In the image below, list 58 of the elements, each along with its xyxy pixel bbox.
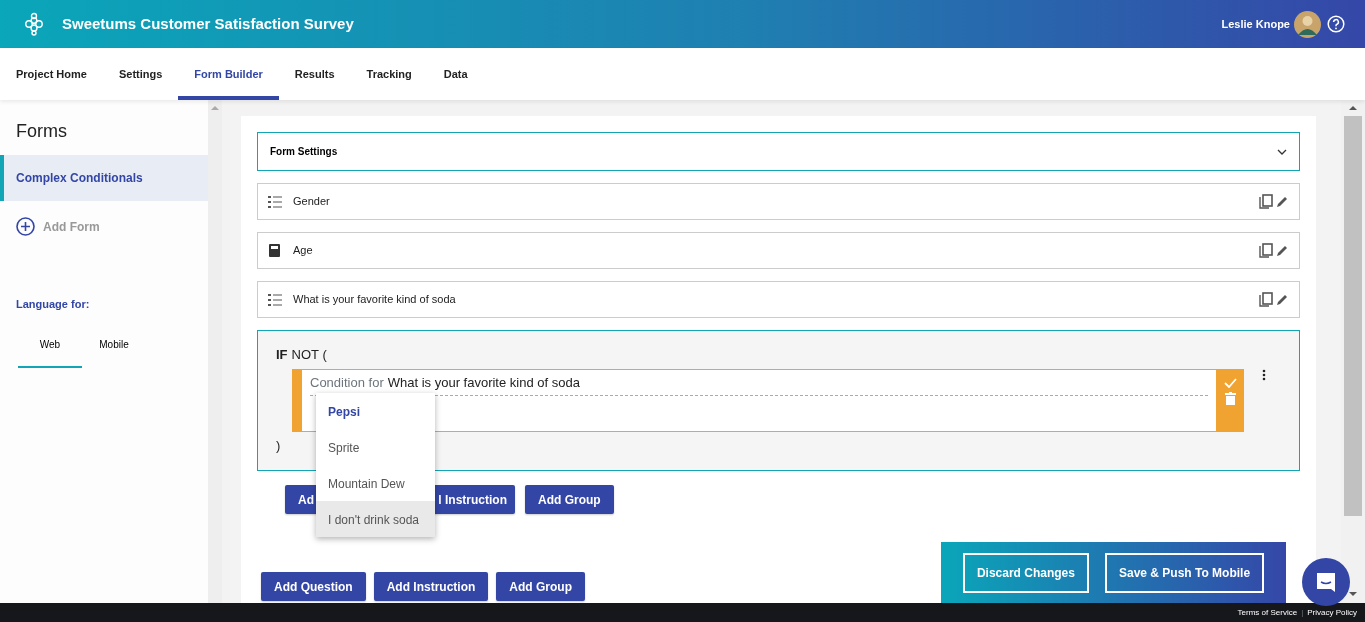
footer-separator: | bbox=[1301, 606, 1304, 619]
add-button[interactable]: Add Instruction bbox=[373, 572, 489, 601]
dropdown-option[interactable]: Mountain Dew bbox=[316, 465, 435, 501]
action-button[interactable]: Save & Push To Mobile bbox=[1104, 552, 1265, 593]
question-label: Gender bbox=[293, 194, 331, 210]
user-name: Leslie Knope bbox=[1221, 16, 1290, 32]
nav-tab[interactable]: Tracking bbox=[350, 48, 428, 100]
pencil-icon[interactable] bbox=[1276, 195, 1289, 208]
help-icon[interactable] bbox=[1327, 15, 1345, 33]
footer-link[interactable]: Terms of Service bbox=[1237, 606, 1298, 619]
nav-tab[interactable]: Settings bbox=[102, 48, 179, 100]
calculator-icon bbox=[268, 243, 282, 258]
pencil-icon[interactable] bbox=[1276, 244, 1289, 257]
dropdown-option[interactable]: I don't drink soda bbox=[316, 501, 435, 537]
add-button[interactable]: Add Question bbox=[261, 572, 366, 601]
action-button[interactable]: Discard Changes bbox=[962, 552, 1089, 593]
app-title: Sweetums Customer Satisfaction Survey bbox=[62, 13, 354, 34]
chat-icon bbox=[1315, 571, 1337, 593]
scroll-down-icon[interactable] bbox=[1349, 591, 1357, 597]
condition-prefix: Condition for bbox=[310, 374, 384, 390]
dropdown-option[interactable]: Pepsi bbox=[316, 393, 435, 429]
scrollbar[interactable] bbox=[208, 100, 222, 603]
question-label: Age bbox=[293, 243, 314, 259]
add-button[interactable]: Add Group bbox=[496, 572, 585, 601]
check-icon[interactable] bbox=[1223, 377, 1237, 388]
if-keyword: IF bbox=[276, 346, 288, 364]
pencil-icon[interactable] bbox=[1276, 293, 1289, 306]
logo-icon[interactable] bbox=[22, 12, 46, 36]
form-item[interactable]: Complex Conditionals bbox=[0, 155, 208, 201]
form-settings-label: Form Settings bbox=[270, 145, 338, 159]
footer-link[interactable]: Privacy Policy bbox=[1307, 606, 1357, 619]
kebab-menu-icon[interactable] bbox=[1262, 368, 1266, 381]
scroll-up-icon[interactable] bbox=[1349, 105, 1357, 111]
avatar-icon[interactable] bbox=[1294, 10, 1321, 38]
question-label: What is your favorite kind of soda bbox=[293, 292, 457, 308]
question-row[interactable]: Age bbox=[257, 232, 1300, 269]
list-icon bbox=[268, 292, 282, 307]
list-icon bbox=[268, 194, 282, 209]
not-operator: NOT ( bbox=[291, 346, 327, 364]
condition-question: What is your favorite kind of soda bbox=[387, 374, 580, 390]
question-row[interactable]: Gender bbox=[257, 183, 1300, 220]
chevron-down-icon bbox=[1277, 148, 1287, 155]
copy-icon[interactable] bbox=[1259, 243, 1273, 258]
copy-icon[interactable] bbox=[1259, 194, 1273, 209]
sidebar-title: Forms bbox=[15, 120, 68, 143]
close-paren: ) bbox=[276, 437, 281, 453]
question-row[interactable]: What is your favorite kind of soda bbox=[257, 281, 1300, 318]
dropdown-option[interactable]: Sprite bbox=[316, 429, 435, 465]
language-tab[interactable]: Web bbox=[18, 326, 82, 368]
form-settings-bar[interactable]: Form Settings bbox=[257, 132, 1300, 171]
nav-tab[interactable]: Project Home bbox=[0, 48, 103, 100]
add-icon bbox=[16, 217, 35, 236]
nav-tab[interactable]: Data bbox=[427, 48, 484, 100]
copy-icon[interactable] bbox=[1259, 292, 1273, 307]
language-tab[interactable]: Mobile bbox=[82, 326, 146, 368]
nav-tab[interactable]: Results bbox=[278, 48, 351, 100]
add-button[interactable]: Add Group bbox=[525, 485, 614, 514]
language-label: Language for: bbox=[15, 297, 91, 312]
